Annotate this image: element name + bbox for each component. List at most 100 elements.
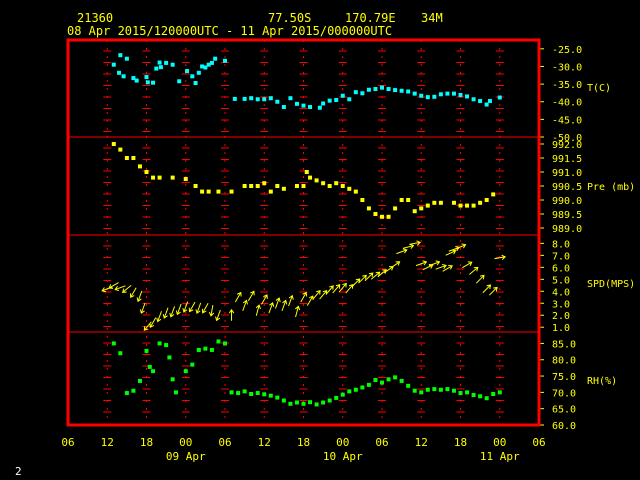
pressure-point <box>206 189 211 194</box>
pressure-point <box>360 198 365 202</box>
pressure-point <box>340 184 345 188</box>
relative-humidity-point <box>314 402 319 407</box>
relative-humidity-point <box>137 378 142 383</box>
relative-humidity-point <box>340 392 345 397</box>
relative-humidity-point <box>471 392 476 397</box>
temperature-point <box>465 94 470 99</box>
wind-arrow <box>295 305 301 318</box>
relative-humidity-point <box>151 369 156 374</box>
relative-humidity-point <box>281 398 286 403</box>
y-tick-label: 65.0 <box>552 405 576 416</box>
temperature-point <box>193 81 198 86</box>
pressure-point <box>438 200 443 205</box>
temperature-point <box>170 62 175 67</box>
pressure-point <box>157 175 162 180</box>
y-tick-label: 989.5 <box>552 210 582 221</box>
pressure-point <box>399 198 404 202</box>
wind-arrow <box>332 283 341 294</box>
temperature-point <box>117 70 122 75</box>
pressure-point <box>118 147 123 152</box>
relative-humidity-point <box>111 341 116 346</box>
y-tick-label: 1.0 <box>552 323 570 334</box>
y-tick-label: -40.0 <box>552 98 582 109</box>
temperature-point <box>327 98 332 103</box>
temperature-point <box>317 105 322 110</box>
x-tick-label: 00 <box>336 436 349 449</box>
y-tick-label: 60.0 <box>552 421 576 432</box>
wind-arrow <box>469 266 479 275</box>
wind-arrow <box>306 295 314 306</box>
relative-humidity-point <box>399 378 404 383</box>
wind-arrow <box>136 290 143 303</box>
y-tick-label: 4.0 <box>552 287 570 298</box>
temperature-point <box>209 60 214 65</box>
temperature-point <box>380 85 384 90</box>
y-tick-label: 990.0 <box>552 196 582 207</box>
pressure-point <box>144 170 149 174</box>
y-tick-label: -35.0 <box>552 80 582 91</box>
temperature-point <box>445 91 450 96</box>
relative-humidity-point <box>484 396 489 401</box>
pressure-point <box>406 198 411 202</box>
relative-humidity-point <box>347 389 352 394</box>
relative-humidity-point <box>131 388 136 393</box>
temperature-point <box>393 88 398 93</box>
relative-humidity-point <box>209 347 214 352</box>
relative-humidity-point <box>491 392 496 396</box>
temperature-point <box>419 93 424 98</box>
y-tick-label: 3.0 <box>552 299 570 310</box>
relative-humidity-point <box>164 343 169 348</box>
y-tick-label: -30.0 <box>552 62 582 73</box>
wind-arrow <box>208 304 215 317</box>
relative-humidity-point <box>196 347 201 352</box>
temperature-point <box>406 89 411 94</box>
x-tick-label: 00 <box>179 436 192 449</box>
pressure-point <box>262 181 267 186</box>
pressure-point <box>137 164 142 169</box>
temperature-point <box>232 96 237 101</box>
wind-arrow <box>409 240 421 246</box>
pressure-point <box>242 184 247 188</box>
pressure-point <box>294 184 299 188</box>
temperature-point <box>213 56 218 61</box>
panel-label: SPD(MPS) <box>587 279 635 290</box>
y-tick-label: 70.0 <box>552 388 576 399</box>
wind-arrow <box>300 291 308 303</box>
pressure-point <box>124 156 129 160</box>
pressure-point <box>193 184 198 188</box>
wind-arrow <box>228 308 235 321</box>
pressure-point <box>386 214 391 219</box>
wind-arrow <box>428 260 441 267</box>
relative-humidity-point <box>183 369 188 374</box>
relative-humidity-point <box>321 400 326 405</box>
relative-humidity-point <box>393 375 398 380</box>
wind-arrow <box>402 243 415 249</box>
wind-arrow <box>274 297 281 309</box>
temperature-point <box>321 101 326 106</box>
y-tick-label: 7.0 <box>552 251 570 262</box>
temperature-point <box>438 92 443 97</box>
temperature-point <box>294 101 299 106</box>
x-tick-label: 06 <box>218 436 231 449</box>
relative-humidity-point <box>432 387 437 392</box>
temperature-point <box>185 69 190 74</box>
y-tick-label: 8.0 <box>552 239 570 250</box>
relative-humidity-point <box>425 387 430 392</box>
temperature-point <box>111 62 116 67</box>
relative-humidity-point <box>497 390 502 395</box>
y-tick-label: -45.0 <box>552 115 582 126</box>
temperature-point <box>308 105 313 110</box>
relative-humidity-point <box>216 339 221 344</box>
wind-arrow <box>156 311 162 323</box>
temperature-point <box>177 79 182 84</box>
temperature-point <box>223 58 227 63</box>
relative-humidity-point <box>478 394 483 399</box>
temperature-point <box>157 60 162 65</box>
pressure-point <box>491 192 496 197</box>
temperature-point <box>399 88 404 93</box>
temperature-point <box>190 74 195 79</box>
relative-humidity-point <box>327 398 332 403</box>
wind-arrow <box>482 284 492 294</box>
wind-arrow <box>345 283 354 294</box>
relative-humidity-point <box>373 377 378 382</box>
